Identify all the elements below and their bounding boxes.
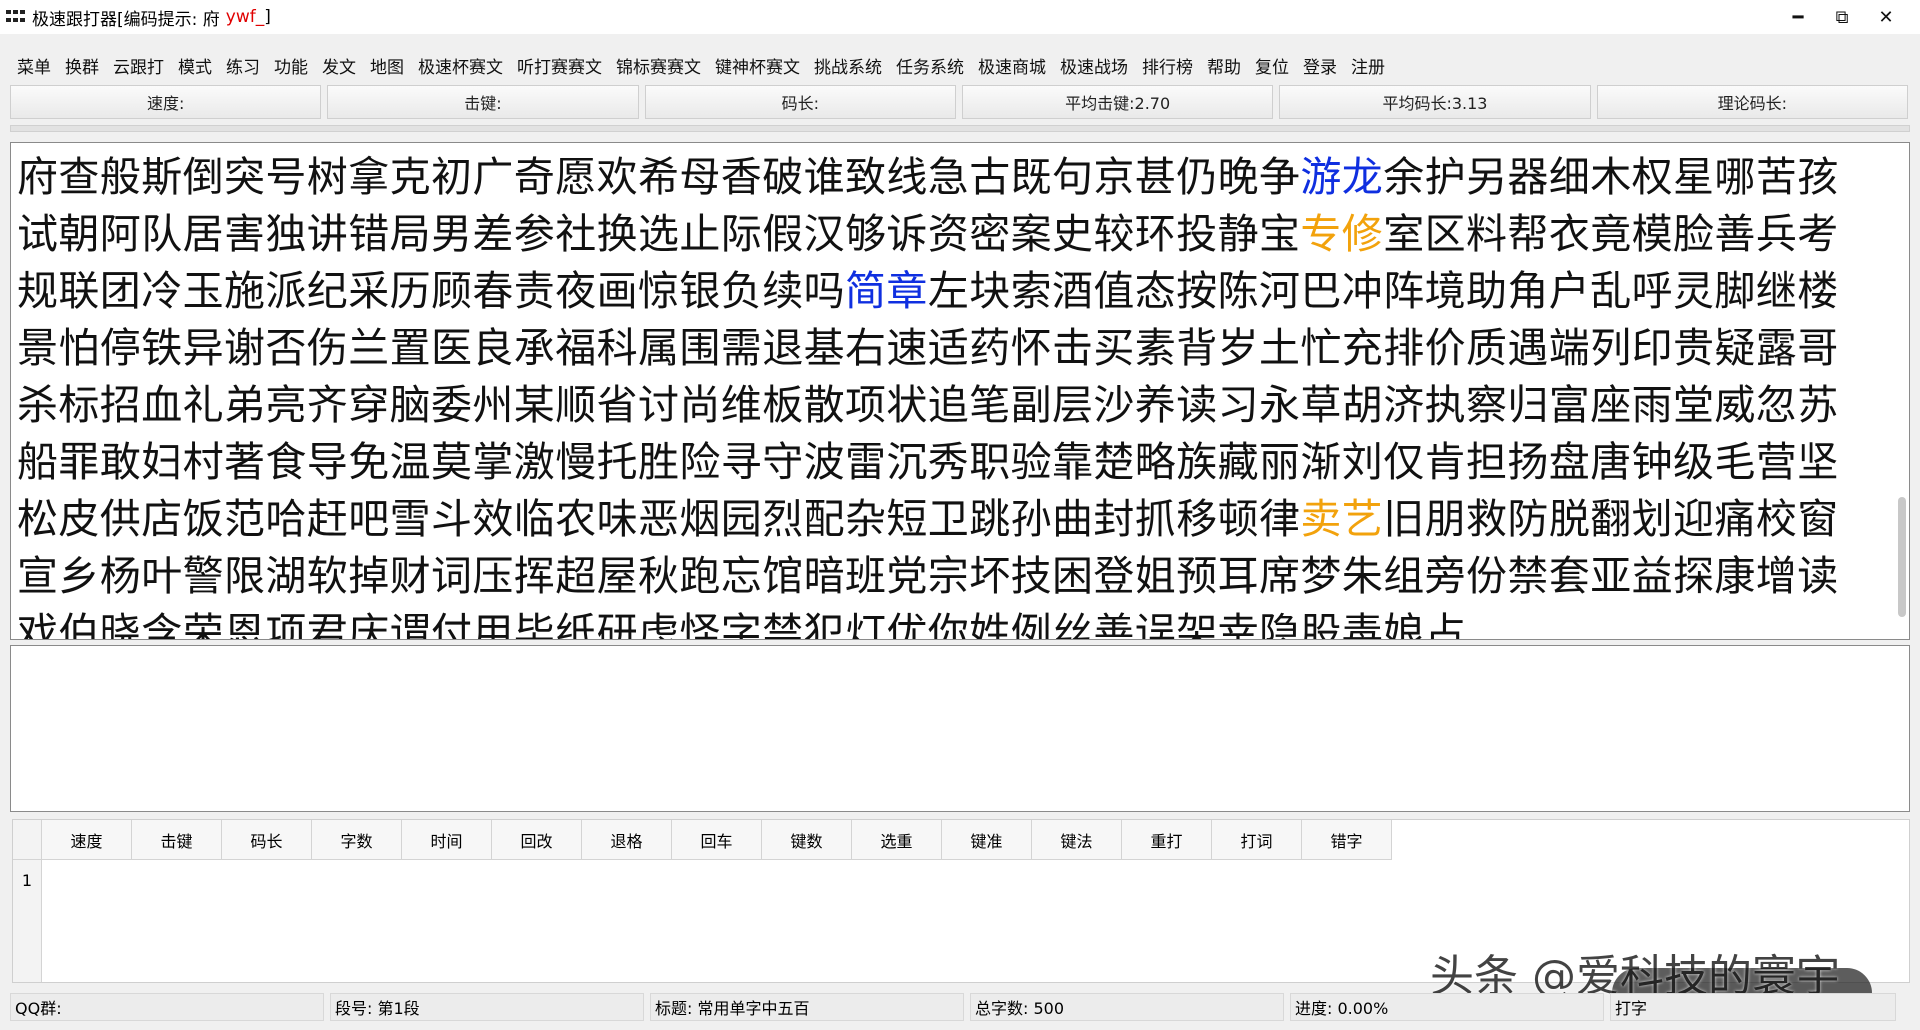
status-segment: 段号: 第1段	[330, 993, 644, 1021]
reference-text-panel: 府查般斯倒突号树拿克初广奇愿欢希母香破谁致线急古既句京甚仍晚争游龙余护另器细木权…	[10, 142, 1910, 640]
table-corner	[13, 820, 42, 860]
menu-item-help[interactable]: 帮助	[1200, 53, 1248, 78]
menu-item-register[interactable]: 注册	[1344, 53, 1392, 78]
col-backspace[interactable]: 退格	[582, 820, 672, 860]
splitter[interactable]	[10, 125, 1910, 132]
highlighted-word: 卖艺	[1300, 495, 1384, 543]
typing-input[interactable]	[10, 645, 1910, 812]
menu-item-speed-cup[interactable]: 极速杯赛文	[411, 53, 510, 78]
menu-item-key-god-cup[interactable]: 键神杯赛文	[708, 53, 807, 78]
avg-keystroke-value: 平均击键:2.70	[1065, 94, 1171, 113]
speed-stat: 速度:	[10, 85, 322, 119]
avg-codelen-stat: 平均码长:3.13	[1279, 85, 1591, 119]
menu-item-mode[interactable]: 模式	[171, 53, 219, 78]
status-total-chars: 总字数: 500	[970, 993, 1284, 1021]
text-scrollbar[interactable]	[1897, 147, 1907, 635]
menu-item-menu[interactable]: 菜单	[10, 53, 58, 78]
theory-codelen-label: 理论码长:	[1717, 94, 1787, 113]
menu-item-switch-group[interactable]: 换群	[58, 53, 106, 78]
menu-item-cloud-type[interactable]: 云跟打	[106, 53, 171, 78]
row-header-gutter	[13, 900, 42, 982]
status-progress: 进度: 0.00%	[1290, 993, 1604, 1021]
col-enter[interactable]: 回车	[672, 820, 762, 860]
highlighted-word: 专修	[1300, 210, 1384, 258]
theory-codelen-stat: 理论码长:	[1596, 85, 1908, 119]
menu-item-login[interactable]: 登录	[1296, 53, 1344, 78]
menu-item-shop[interactable]: 极速商城	[971, 53, 1053, 78]
code-hint: ywf_	[225, 7, 265, 27]
table-header-row: 速度 击键 码长 字数 时间 回改 退格 回车 键数 选重 键准 键法 重打 打…	[13, 820, 1909, 860]
menu-bar: 菜单 换群 云跟打 模式 练习 功能 发文 地图 极速杯赛文 听打赛赛文 锦标赛…	[10, 50, 1392, 80]
col-selection[interactable]: 选重	[852, 820, 942, 860]
stats-bar: 速度: 击键: 码长: 平均击键:2.70 平均码长:3.13 理论码长:	[10, 85, 1908, 119]
menu-item-listen-contest[interactable]: 听打赛赛文	[510, 53, 609, 78]
col-time[interactable]: 时间	[402, 820, 492, 860]
col-char-count[interactable]: 字数	[312, 820, 402, 860]
highlighted-word: 简章	[845, 267, 928, 315]
close-button[interactable]: ✕	[1864, 7, 1908, 28]
menu-item-map[interactable]: 地图	[363, 53, 411, 78]
status-bar: QQ群: 段号: 第1段 标题: 常用单字中五百 总字数: 500 进度: 0.…	[10, 993, 1908, 1021]
menu-item-challenge[interactable]: 挑战系统	[807, 53, 889, 78]
menu-item-send-text[interactable]: 发文	[315, 53, 363, 78]
row-number[interactable]: 1	[13, 860, 42, 900]
window-title: 极速跟打器[编码提示: 府	[32, 9, 220, 30]
reference-text: 府查般斯倒突号树拿克初广奇愿欢希母香破谁致线急古既句京甚仍晚争游龙余护另器细木权…	[11, 143, 1909, 639]
keystroke-label: 击键:	[464, 94, 502, 113]
menu-item-tasks[interactable]: 任务系统	[889, 53, 971, 78]
title-bar: 极速跟打器[编码提示: 府 ywf_ ] ━ ⧉ ✕	[0, 0, 1920, 34]
col-errors[interactable]: 错字	[1302, 820, 1392, 860]
menu-item-functions[interactable]: 功能	[267, 53, 315, 78]
status-qq-group: QQ群:	[10, 993, 324, 1021]
menu-item-battlefield[interactable]: 极速战场	[1053, 53, 1135, 78]
title-close-bracket: ]	[264, 7, 271, 27]
speed-label: 速度:	[146, 94, 185, 113]
avg-codelen-value: 平均码长:3.13	[1382, 94, 1488, 113]
highlighted-word: 游龙	[1300, 153, 1384, 201]
minimize-button[interactable]: ━	[1776, 7, 1820, 28]
scrollbar-thumb[interactable]	[1898, 497, 1906, 617]
text-segment: 府查般斯倒突号树拿克初广奇愿欢希母香破谁致线急古既句京甚仍晚争	[17, 153, 1301, 201]
col-speed[interactable]: 速度	[42, 820, 132, 860]
menu-item-championship[interactable]: 锦标赛赛文	[609, 53, 708, 78]
codelen-stat: 码长:	[644, 85, 956, 119]
status-title: 标题: 常用单字中五百	[650, 993, 964, 1021]
menu-item-leaderboard[interactable]: 排行榜	[1135, 53, 1200, 78]
keystroke-stat: 击键:	[327, 85, 639, 119]
col-word-typing[interactable]: 打词	[1212, 820, 1302, 860]
status-typing: 打字	[1610, 993, 1896, 1021]
col-codelen[interactable]: 码长	[222, 820, 312, 860]
col-key-count[interactable]: 键数	[762, 820, 852, 860]
app-grid-icon	[6, 10, 26, 24]
col-retype[interactable]: 重打	[1122, 820, 1212, 860]
avg-keystroke-stat: 平均击键:2.70	[961, 85, 1274, 119]
col-keystroke[interactable]: 击键	[132, 820, 222, 860]
col-key-method[interactable]: 键法	[1032, 820, 1122, 860]
col-key-accuracy[interactable]: 键准	[942, 820, 1032, 860]
window-controls: ━ ⧉ ✕	[1776, 0, 1908, 34]
codelen-label: 码长:	[781, 94, 820, 113]
menu-item-practice[interactable]: 练习	[219, 53, 267, 78]
col-revisions[interactable]: 回改	[492, 820, 582, 860]
menu-item-reset[interactable]: 复位	[1248, 53, 1296, 78]
restore-button[interactable]: ⧉	[1820, 7, 1864, 28]
